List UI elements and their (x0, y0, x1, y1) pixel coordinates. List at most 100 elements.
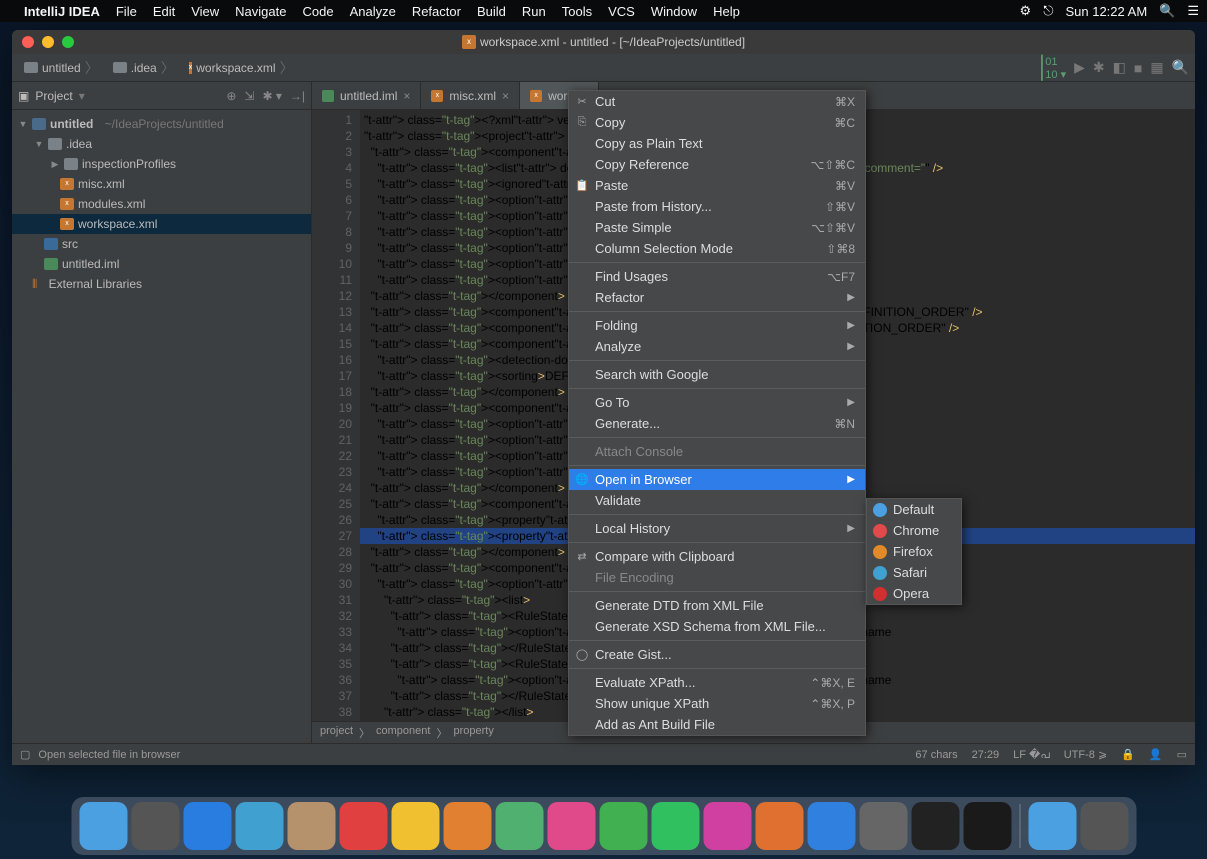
status-line-ending[interactable]: LF �പ (1013, 748, 1050, 762)
target-icon[interactable]: ⊕ (226, 89, 236, 103)
dock-item-maps[interactable] (495, 802, 543, 850)
lock-icon[interactable]: 🔒 (1121, 748, 1135, 761)
menubar-item-refactor[interactable]: Refactor (412, 4, 461, 19)
context-menu-item[interactable]: Paste Simple⌥⇧⌘V (569, 217, 865, 238)
dock-item-launchpad[interactable] (131, 802, 179, 850)
context-menu-item[interactable]: 📋Paste⌘V (569, 175, 865, 196)
context-menu-item[interactable]: Validate (569, 490, 865, 511)
dock-item-folder[interactable] (1028, 802, 1076, 850)
dock-item-safari[interactable] (183, 802, 231, 850)
menubar-item-analyze[interactable]: Analyze (350, 4, 396, 19)
context-menu-item[interactable]: ⎘Copy⌘C (569, 112, 865, 133)
context-menu-item[interactable]: Copy Reference⌥⇧⌘C (569, 154, 865, 175)
menubar-item-vcs[interactable]: VCS (608, 4, 635, 19)
context-menu-item[interactable]: Folding▶ (569, 315, 865, 336)
menubar-item-navigate[interactable]: Navigate (235, 4, 286, 19)
status-encoding[interactable]: UTF-8 ⩾ (1064, 748, 1107, 761)
tree-file-misc[interactable]: xmisc.xml (12, 174, 311, 194)
dock-item-contacts[interactable] (287, 802, 335, 850)
menubar-app-name[interactable]: IntelliJ IDEA (24, 4, 100, 19)
context-menu-item[interactable]: Generate DTD from XML File (569, 595, 865, 616)
context-menu-item[interactable]: Analyze▶ (569, 336, 865, 357)
tree-external-libs[interactable]: ⦀ External Libraries (12, 274, 311, 294)
menubar-item-window[interactable]: Window (651, 4, 697, 19)
dock-item-trash[interactable] (1080, 802, 1128, 850)
context-menu-item[interactable]: Paste from History...⇧⌘V (569, 196, 865, 217)
dock-item-reminders[interactable] (443, 802, 491, 850)
tree-file-workspace[interactable]: xworkspace.xml (12, 214, 311, 234)
context-menu-item[interactable]: Go To▶ (569, 392, 865, 413)
stop-button[interactable]: ■ (1134, 60, 1142, 76)
wifi-icon[interactable]: ⚙ (1020, 3, 1032, 19)
browser-submenu[interactable]: DefaultChromeFirefoxSafariOpera (866, 498, 962, 605)
spotlight-icon[interactable]: 🔍 (1159, 3, 1175, 19)
collapse-icon[interactable]: ⇲ (244, 89, 254, 103)
context-menu-item[interactable]: Find Usages⌥F7 (569, 266, 865, 287)
dock-item-facetime[interactable] (651, 802, 699, 850)
menubar-item-help[interactable]: Help (713, 4, 740, 19)
breadcrumb-idea[interactable]: .idea〉 (107, 56, 181, 80)
context-menu-item[interactable]: Show unique XPath⌃⌘X, P (569, 693, 865, 714)
layout-button[interactable]: ▦ (1150, 59, 1163, 76)
browser-submenu-item[interactable]: Chrome (867, 520, 961, 541)
menubar-item-edit[interactable]: Edit (153, 4, 175, 19)
context-menu[interactable]: ✂Cut⌘X⎘Copy⌘CCopy as Plain TextCopy Refe… (568, 90, 866, 736)
status-caret-pos[interactable]: 27:29 (972, 749, 1000, 761)
menubar-item-tools[interactable]: Tools (562, 4, 592, 19)
gear-icon[interactable]: ✱ ▾ (262, 89, 281, 103)
context-menu-item[interactable]: Search with Google (569, 364, 865, 385)
menubar-clock[interactable]: Sun 12:22 AM (1065, 4, 1147, 19)
dock-item-itunes[interactable] (703, 802, 751, 850)
hide-icon[interactable]: →| (290, 89, 305, 103)
menubar-item-build[interactable]: Build (477, 4, 506, 19)
tree-root[interactable]: ▼untitled ~/IdeaProjects/untitled (12, 114, 311, 134)
context-menu-item[interactable]: Add as Ant Build File (569, 714, 865, 735)
project-tree[interactable]: ▼untitled ~/IdeaProjects/untitled ▼.idea… (12, 110, 311, 743)
debug-button[interactable]: ✱ (1093, 59, 1105, 76)
context-menu-item[interactable]: Refactor▶ (569, 287, 865, 308)
close-icon[interactable]: × (403, 89, 410, 103)
breadcrumb-file[interactable]: xworkspace.xml〉 (183, 56, 300, 80)
context-menu-item[interactable]: ◯Create Gist... (569, 644, 865, 665)
browser-submenu-item[interactable]: Opera (867, 583, 961, 604)
structure-crumb[interactable]: property (453, 725, 493, 741)
status-icon[interactable]: ▢ (20, 748, 30, 761)
browser-submenu-item[interactable]: Safari (867, 562, 961, 583)
dock-item-terminal[interactable] (911, 802, 959, 850)
context-menu-item[interactable]: ✂Cut⌘X (569, 91, 865, 112)
tree-src-folder[interactable]: src (12, 234, 311, 254)
dock-item-mail[interactable] (235, 802, 283, 850)
run-button[interactable]: ▶ (1074, 59, 1085, 76)
tab-untitled-iml[interactable]: untitled.iml× (312, 82, 421, 109)
bluetooth-icon[interactable]: ⎋ (1043, 3, 1053, 19)
context-menu-item[interactable]: Evaluate XPath...⌃⌘X, E (569, 672, 865, 693)
window-maximize-button[interactable] (62, 36, 74, 48)
menubar-item-run[interactable]: Run (522, 4, 546, 19)
context-menu-item[interactable]: Copy as Plain Text (569, 133, 865, 154)
close-icon[interactable]: × (502, 89, 509, 103)
run-config-indicator[interactable]: ┃01┃10 ▾ (1039, 55, 1066, 81)
context-menu-item[interactable]: ⇄Compare with Clipboard (569, 546, 865, 567)
tree-file-iml[interactable]: untitled.iml (12, 254, 311, 274)
context-menu-item[interactable]: Column Selection Mode⇧⌘8 (569, 238, 865, 259)
coverage-button[interactable]: ◧ (1113, 59, 1126, 76)
context-menu-item[interactable]: 🌐Open in Browser▶ (569, 469, 865, 490)
dock-item-calendar[interactable] (339, 802, 387, 850)
tree-inspection-folder[interactable]: ▶inspectionProfiles (12, 154, 311, 174)
structure-crumb[interactable]: component (376, 725, 430, 741)
dock-item-settings[interactable] (859, 802, 907, 850)
menubar-item-view[interactable]: View (191, 4, 219, 19)
dock-item-intellij[interactable] (963, 802, 1011, 850)
dock-item-ibooks[interactable] (755, 802, 803, 850)
inspector-icon[interactable]: 👤 (1149, 748, 1163, 761)
tree-idea-folder[interactable]: ▼.idea (12, 134, 311, 154)
dock-item-notes[interactable] (391, 802, 439, 850)
dock-item-photos[interactable] (547, 802, 595, 850)
window-minimize-button[interactable] (42, 36, 54, 48)
browser-submenu-item[interactable]: Firefox (867, 541, 961, 562)
menubar-item-file[interactable]: File (116, 4, 137, 19)
context-menu-item[interactable]: Generate XSD Schema from XML File... (569, 616, 865, 637)
breadcrumb-root[interactable]: untitled〉 (18, 56, 105, 80)
search-icon[interactable]: 🔍 (1172, 59, 1189, 76)
menubar-item-code[interactable]: Code (302, 4, 333, 19)
